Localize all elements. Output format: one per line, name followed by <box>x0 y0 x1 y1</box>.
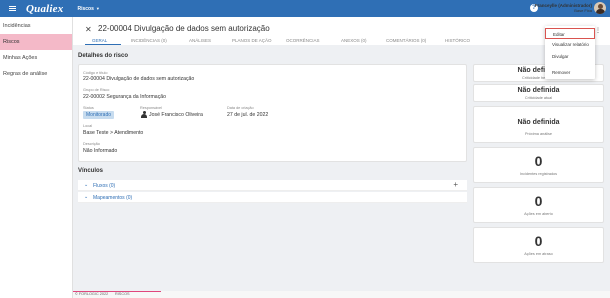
sidebar-item-minhas-acoes[interactable]: Minhas Ações <box>0 50 72 66</box>
user-info[interactable]: Franceylle (Administrador) Base Fixa <box>535 3 592 13</box>
list-item-mapeamentos[interactable]: ⌄ Mapeamentos (0) <box>78 192 467 203</box>
stat-value: 0 <box>534 153 543 169</box>
chevron-down-icon: ▼ <box>95 6 100 11</box>
footer-section: RISCOS <box>115 292 130 296</box>
fluxos-label: Fluxos (0) <box>93 183 116 189</box>
tab-geral[interactable]: GERAL <box>92 38 107 43</box>
hamburger-menu-icon[interactable] <box>2 0 22 17</box>
stat-label: Incidentes registrados <box>519 172 558 176</box>
stat-value: 0 <box>534 193 543 209</box>
more-options-icon[interactable]: ⋮ <box>595 27 601 34</box>
responsible-label: Responsável <box>140 106 162 110</box>
group-value: 22-00002 Segurança da Informação <box>83 94 167 100</box>
stat-value: 0 <box>534 233 543 249</box>
qualiex-logo[interactable]: Qualiex <box>26 3 63 15</box>
description-value: Não Informado <box>83 148 118 154</box>
sidebar: Incidências Riscos Minhas Ações Regras d… <box>0 17 73 298</box>
top-bar: Qualiex Riscos ▼ <box>0 0 610 17</box>
location-value: Base Teste > Atendimento <box>83 130 144 136</box>
created-label: Data de criação <box>227 106 254 110</box>
footer <box>73 291 610 298</box>
code-label: Código e título <box>83 71 108 75</box>
menu-item-remover[interactable]: Remover <box>545 67 595 78</box>
stat-incidentes: 0 Incidentes registrados <box>473 147 604 183</box>
details-card: Código e título 22-00004 Divulgação de d… <box>78 64 467 162</box>
stat-proxima-analise: Não definida Próxima análise <box>473 106 604 143</box>
code-value: 22-00004 Divulgação de dados sem autoriz… <box>83 76 195 82</box>
stat-label: Ações em atraso <box>524 252 553 256</box>
menu-item-editar[interactable]: Editar <box>545 28 595 39</box>
location-label: Local <box>83 124 93 128</box>
tab-ocorrencias[interactable]: OCORRÊNCIAS <box>286 38 320 43</box>
mapeamentos-label: Mapeamentos (0) <box>93 195 133 201</box>
chevron-down-icon: ⌄ <box>84 194 89 200</box>
links-section-title: Vínculos <box>78 168 104 174</box>
sidebar-item-riscos[interactable]: Riscos <box>0 34 72 50</box>
menu-item-divulgar[interactable]: Divulgar <box>545 51 595 62</box>
stat-criticidade-atual: Não definida Criticidade atual <box>473 84 604 102</box>
tab-planos-de-acao[interactable]: PLANOS DE AÇÃO <box>232 38 272 43</box>
stat-acoes-em-aberto: 0 Ações em aberto <box>473 187 604 223</box>
status-badge: Monitorado <box>83 111 115 119</box>
tab-incidencias[interactable]: INCIDÊNCIAS (0) <box>131 38 167 43</box>
sidebar-item-label: Regras de análise <box>3 71 48 77</box>
sidebar-item-label: Riscos <box>3 39 20 45</box>
add-icon[interactable]: + <box>453 180 458 189</box>
details-section-title: Detalhes do risco <box>78 53 129 59</box>
tab-anexos[interactable]: ANEXOS (0) <box>341 38 367 43</box>
stat-label: Próxima análise <box>524 132 552 136</box>
page-title: 22-00004 Divulgação de dados sem autoriz… <box>98 24 270 33</box>
chevron-down-icon: ⌄ <box>84 182 89 188</box>
active-tab-indicator <box>85 44 121 45</box>
description-label: Descrição <box>83 142 100 146</box>
status-label: Status <box>83 106 94 110</box>
list-item-fluxos[interactable]: ⌄ Fluxos (0) + <box>78 180 467 191</box>
module-selector[interactable]: Riscos ▼ <box>77 6 99 12</box>
avatar[interactable] <box>594 2 606 14</box>
sidebar-item-label: Minhas Ações <box>3 55 38 61</box>
more-options-menu: Editar Visualizar relatório Divulgar Rem… <box>545 26 595 79</box>
page-header: ✕ 22-00004 Divulgação de dados sem autor… <box>73 17 610 45</box>
stat-value: Não definida <box>517 87 560 94</box>
created-value: 27 de jul. de 2022 <box>227 112 269 118</box>
stat-label: Ações em aberto <box>524 212 553 216</box>
sidebar-item-incidencias[interactable]: Incidências <box>0 18 72 34</box>
responsible-value: José Francisco Oliveira <box>149 112 203 118</box>
person-icon <box>141 111 147 118</box>
group-label: Grupo de Risco <box>83 88 110 92</box>
menu-item-visualizar-relatorio[interactable]: Visualizar relatório <box>545 39 595 50</box>
footer-copyright: © FORLOGIC 2022 <box>75 292 109 296</box>
sidebar-item-label: Incidências <box>3 23 31 29</box>
sidebar-item-regras-de-analise[interactable]: Regras de análise <box>0 66 72 82</box>
tab-analises[interactable]: ANÁLISES <box>189 38 211 43</box>
stat-value: Não definida <box>517 119 560 126</box>
module-selector-label: Riscos <box>77 5 94 12</box>
stat-label: Criticidade atual <box>524 96 553 100</box>
user-unit: Base Fixa <box>574 8 592 13</box>
tab-comentarios[interactable]: COMENTÁRIOS (0) <box>386 38 426 43</box>
close-icon[interactable]: ✕ <box>85 25 92 34</box>
tab-historico[interactable]: HISTÓRICO <box>445 38 470 43</box>
stat-acoes-em-atraso: 0 Ações em atraso <box>473 227 604 263</box>
